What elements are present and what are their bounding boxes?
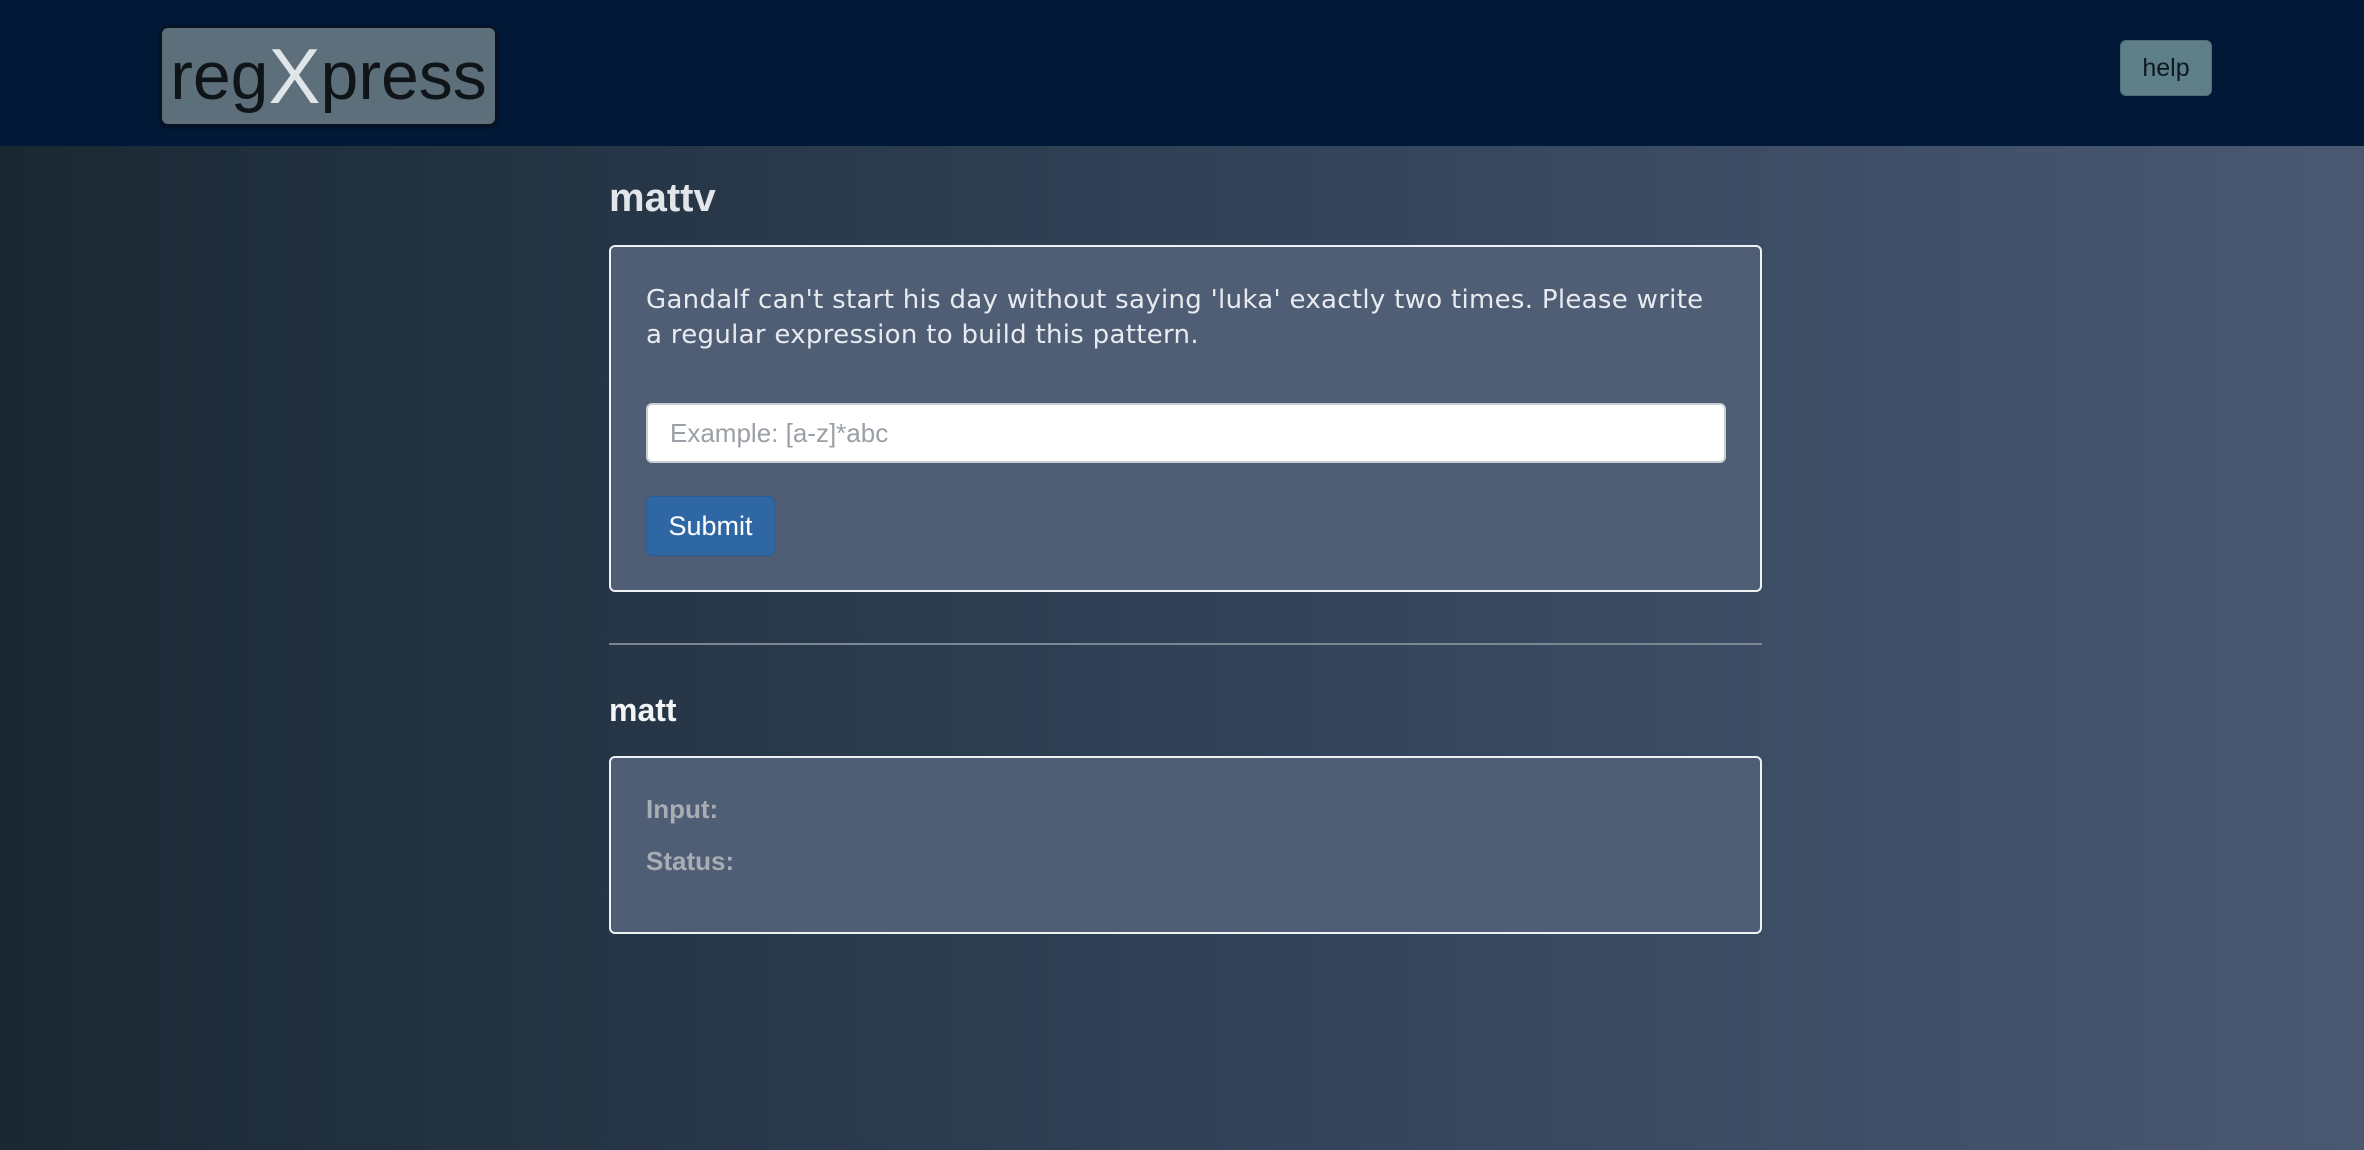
brand-text-suffix: press (320, 38, 487, 114)
challenge-prompt-text: Gandalf can't start his day without sayi… (646, 285, 1704, 350)
regex-input[interactable] (646, 403, 1726, 463)
challenge-username-heading: mattv (609, 176, 716, 220)
top-navbar: reg Xpress help (0, 0, 2364, 146)
result-input-label: Input: (646, 794, 719, 824)
challenge-panel: Gandalf can't start his day without sayi… (609, 245, 1762, 592)
brand-text-prefix: reg (170, 38, 269, 114)
section-divider (609, 643, 1762, 645)
result-username-heading: matt (609, 692, 677, 728)
help-button[interactable]: help (2120, 40, 2212, 96)
brand-logo-link[interactable]: reg Xpress (160, 26, 497, 126)
result-status-label: Status: (646, 846, 735, 876)
submit-button[interactable]: Submit (646, 496, 775, 556)
result-panel: Input: Status: (609, 756, 1762, 934)
brand-text-x: X (268, 31, 321, 120)
